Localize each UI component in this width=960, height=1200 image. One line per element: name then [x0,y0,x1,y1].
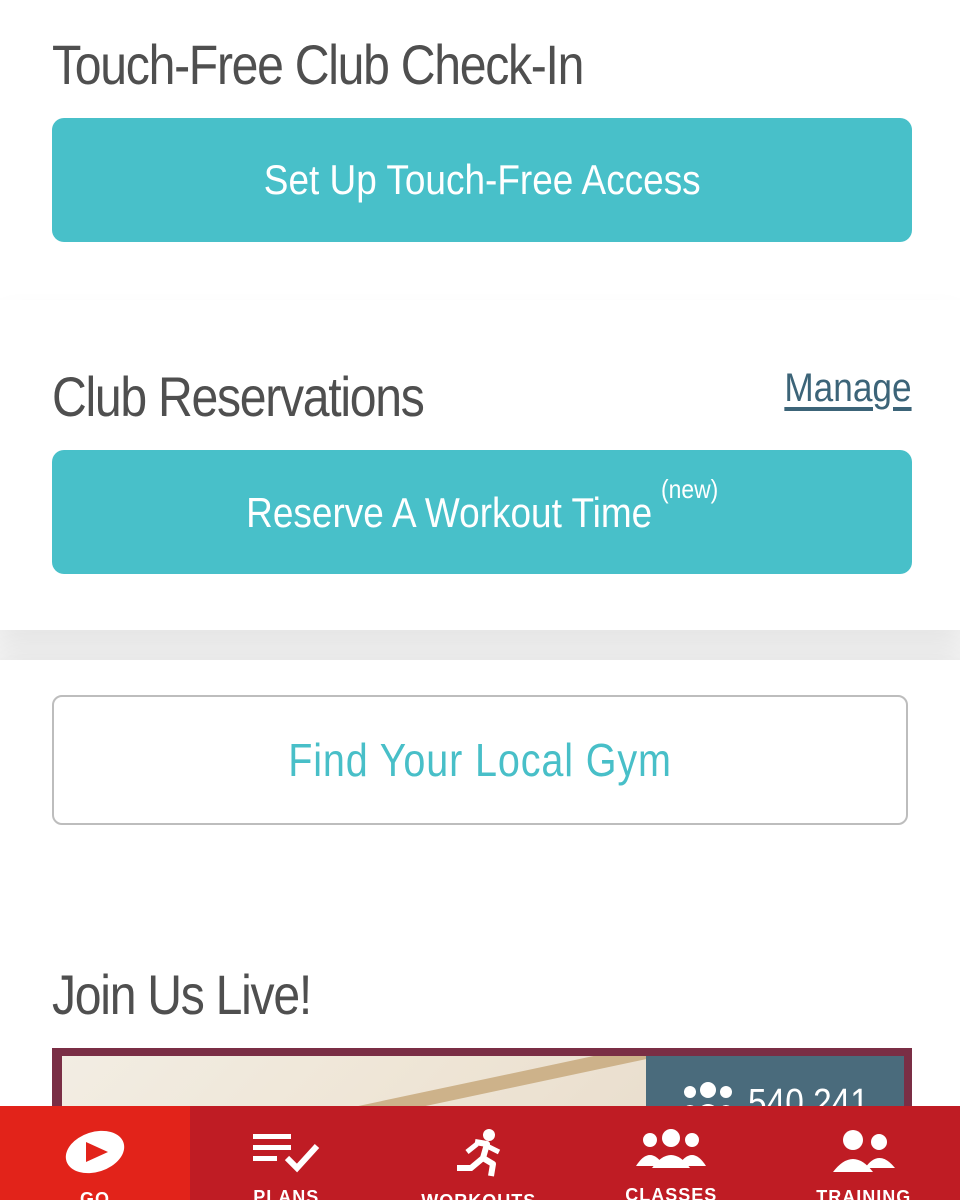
tab-go[interactable]: GO [0,1106,190,1200]
tab-workouts[interactable]: WORKOUTS [383,1106,576,1200]
tab-plans-label: PLANS [253,1187,320,1200]
new-badge: (new) [660,473,719,504]
checkin-title: Touch-Free Club Check-In [52,33,584,96]
reservations-section: Club Reservations Manage Reserve A Worko… [0,300,960,630]
tab-classes-label: CLASSES [625,1185,718,1200]
find-gym-button[interactable]: Find Your Local Gym [52,695,908,825]
tab-workouts-label: WORKOUTS [421,1191,536,1200]
setup-touch-free-label: Set Up Touch-Free Access [263,156,701,203]
go-logo-icon [62,1128,128,1181]
live-title: Join Us Live! [52,963,312,1026]
tab-go-label: GO [79,1189,110,1200]
reservations-title: Club Reservations [52,365,425,428]
reserve-workout-label: Reserve A Workout Time (new) [245,474,718,537]
bottom-tab-bar: GO PLANS WORKOUTS [0,1106,960,1200]
gym-section: Find Your Local Gym [0,660,960,900]
reserve-workout-button[interactable]: Reserve A Workout Time (new) [52,450,912,574]
checkin-section: Touch-Free Club Check-In Set Up Touch-Fr… [0,0,960,300]
manage-link[interactable]: Manage [785,366,912,411]
setup-touch-free-button[interactable]: Set Up Touch-Free Access [52,118,912,242]
tab-plans[interactable]: PLANS [190,1106,383,1200]
tab-classes[interactable]: CLASSES [575,1106,768,1200]
list-check-icon [251,1128,321,1179]
runner-icon [447,1128,511,1183]
group-icon [636,1128,707,1177]
tab-training[interactable]: TRAINING [768,1106,960,1200]
find-gym-label: Find Your Local Gym [288,734,672,786]
trainer-icon [832,1128,895,1179]
tab-training-label: TRAINING [816,1187,912,1200]
reserve-workout-text: Reserve A Workout Time [245,488,653,536]
